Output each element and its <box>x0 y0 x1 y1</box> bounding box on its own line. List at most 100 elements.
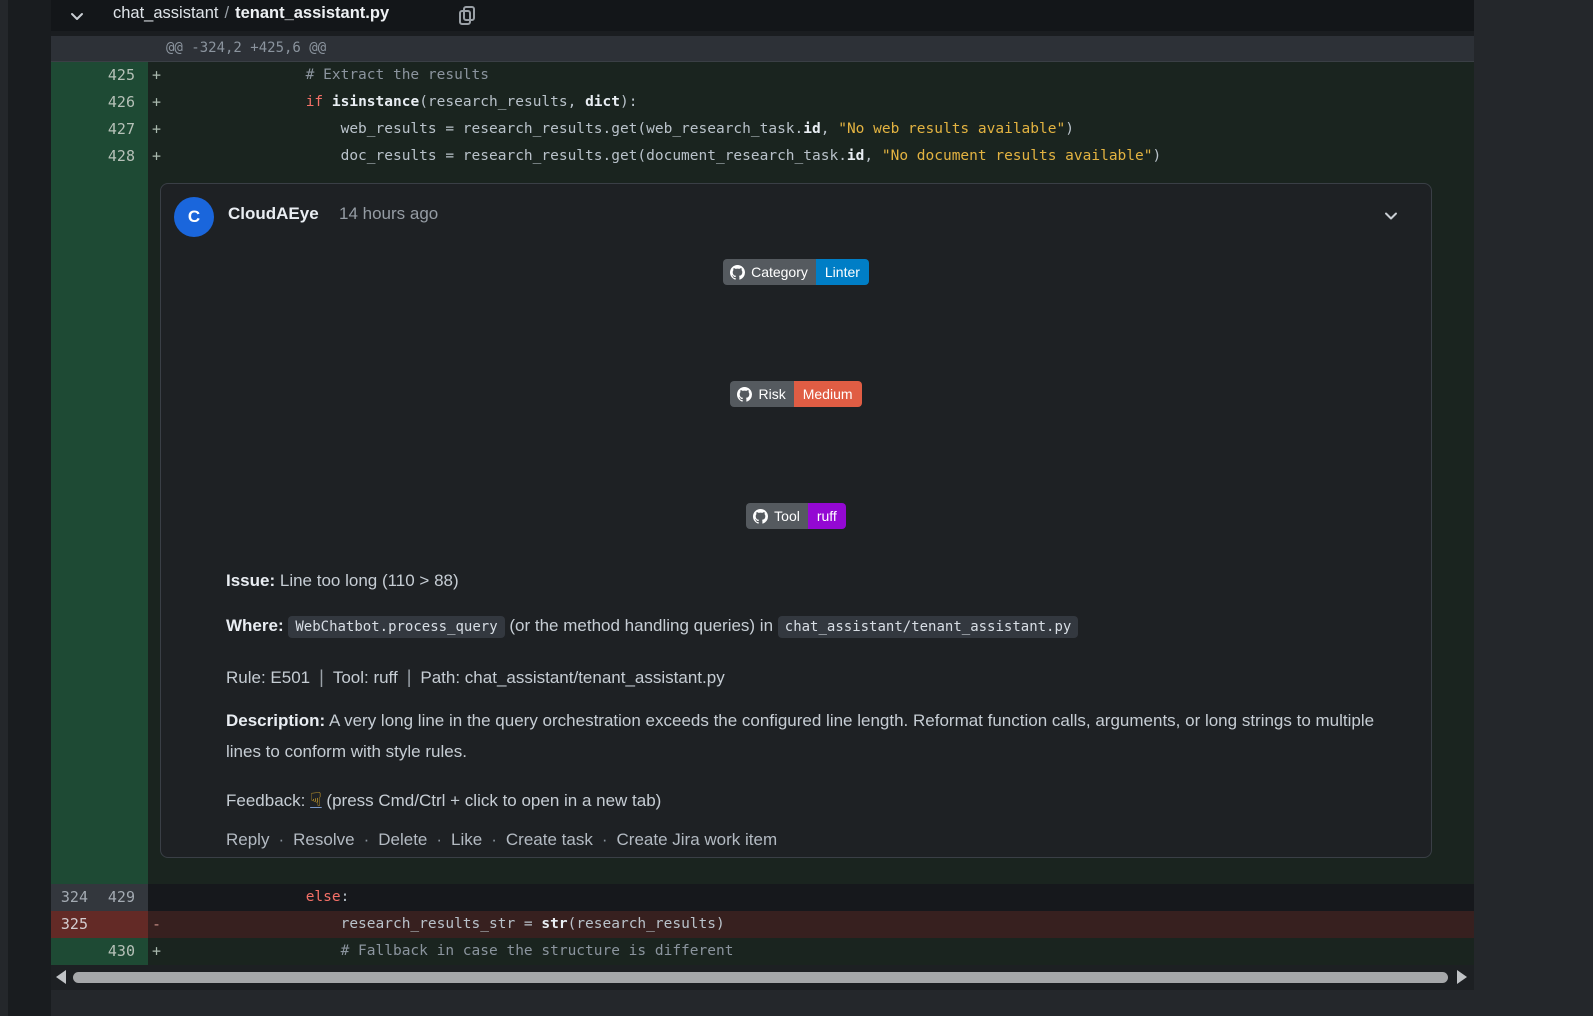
tool-text: Tool: ruff <box>332 668 398 687</box>
line-number-gutter[interactable]: 426 <box>51 89 148 116</box>
new-line-number[interactable]: 425 <box>98 62 135 89</box>
comment-author[interactable]: CloudAEye <box>228 204 319 224</box>
code-line: # Extract the results <box>166 67 490 83</box>
reply-action[interactable]: Reply <box>226 830 269 849</box>
create-task-action[interactable]: Create task <box>506 830 593 849</box>
diff-row: 426 + if isinstance(research_results, dic… <box>51 89 1474 116</box>
action-separator: · <box>601 830 608 849</box>
scroll-right-arrow[interactable] <box>1457 970 1467 984</box>
diff-rows-top: 425 + # Extract the results 426 + if isinst… <box>51 62 1474 170</box>
code-line: else: <box>305 889 350 905</box>
category-badge-row: Category Linter <box>161 259 1431 285</box>
github-icon <box>753 508 769 524</box>
copy-path-icon[interactable] <box>455 4 479 28</box>
badge-value: Medium <box>793 381 862 407</box>
new-line-number[interactable]: 427 <box>98 116 135 143</box>
comment-timestamp: 14 hours ago <box>339 204 439 223</box>
category-badge[interactable]: Category Linter <box>723 259 869 285</box>
code-line: # Fallback in case the structure is diff… <box>166 943 734 959</box>
code-line: doc_results = research_results.get(docum… <box>166 148 1162 164</box>
line-number-gutter[interactable]: 325 <box>51 911 148 938</box>
create-jira-work-item-action[interactable]: Create Jira work item <box>617 830 778 849</box>
breadcrumb-file: tenant_assistant.py <box>235 4 390 22</box>
diff-row: 324 429 else: <box>51 884 1474 911</box>
badge-label: Risk <box>758 386 786 402</box>
risk-badge[interactable]: Risk Medium <box>730 381 862 407</box>
collapse-file-chevron-icon[interactable] <box>68 7 86 25</box>
badge-label: Category <box>751 264 808 280</box>
breadcrumb-separator: / <box>224 4 230 22</box>
description-text: A very long line in the query orchestrat… <box>226 711 1375 761</box>
diff-row: 325- research_results_str = str(research… <box>51 911 1474 938</box>
where-mid-text: (or the method handling queries) in <box>504 616 778 635</box>
like-action[interactable]: Like <box>451 830 482 849</box>
risk-badge-row: Risk Medium <box>161 381 1431 407</box>
action-separator: · <box>491 830 497 849</box>
collapse-comment-chevron-icon[interactable] <box>1383 208 1399 224</box>
description-line: Description: A very long line in the que… <box>226 705 1401 767</box>
gutter-background <box>51 62 148 884</box>
badge-label: Tool <box>774 508 800 524</box>
where-code-path: chat_assistant/tenant_assistant.py <box>777 616 1079 638</box>
issue-line: Issue: Line too long (110 > 88) <box>226 565 1401 596</box>
issue-label: Issue: <box>226 571 276 590</box>
horizontal-scrollbar[interactable] <box>51 965 1474 990</box>
comment-actions: Reply · Resolve · Delete · Like · Create task · Cr… <box>226 824 1401 855</box>
new-line-number[interactable]: 428 <box>98 143 135 170</box>
path-text: Path: chat_assistant/tenant_assistant.py <box>420 668 725 687</box>
action-separator: · <box>278 830 285 849</box>
diff-row: 430 + # Fallback in case the structure is… <box>51 938 1474 965</box>
feedback-suffix: (press Cmd/Ctrl + click to open in a new… <box>321 791 662 810</box>
file-header: chat_assistant / tenant_assistant.py <box>51 0 1474 31</box>
left-margin-band <box>8 0 51 1016</box>
new-line-number[interactable]: 430 <box>98 938 135 965</box>
rule-separator: | <box>406 667 412 687</box>
old-line-number[interactable]: 325 <box>51 911 88 938</box>
breadcrumb: chat_assistant / tenant_assistant.py <box>113 4 389 23</box>
action-separator: · <box>363 830 370 849</box>
rule-line: Rule: E501 | Tool: ruff | Path: chat_assista… <box>226 662 1401 693</box>
line-number-gutter[interactable]: 324 429 <box>51 884 148 911</box>
where-code-method: WebChatbot.process_query <box>288 616 505 638</box>
line-number-gutter[interactable]: 425 <box>51 62 148 89</box>
breadcrumb-dir[interactable]: chat_assistant <box>113 4 218 22</box>
action-separator: · <box>436 830 443 849</box>
thumbs-down-feedback-link[interactable]: ☟ <box>310 790 322 811</box>
feedback-label: Feedback: <box>226 791 311 810</box>
review-comment-card: C CloudAEye 14 hours ago Category Linter … <box>160 183 1432 858</box>
tool-badge[interactable]: Tool ruff <box>746 503 846 529</box>
code-line: research_results_str = str(research_resu… <box>166 916 725 932</box>
new-line-number[interactable]: 429 <box>98 884 135 911</box>
github-icon <box>737 386 753 402</box>
hunk-header: @@ -324,2 +425,6 @@ <box>51 36 1474 62</box>
scrollbar-thumb[interactable] <box>73 972 1448 983</box>
rule-text: Rule: E501 <box>226 668 311 687</box>
old-line-number[interactable]: 324 <box>51 884 88 911</box>
new-line-number[interactable]: 426 <box>98 89 135 116</box>
line-number-gutter[interactable]: 427 <box>51 116 148 143</box>
delete-action[interactable]: Delete <box>378 830 427 849</box>
line-number-gutter[interactable]: 430 <box>51 938 148 965</box>
feedback-line: Feedback: ☟ (press Cmd/Ctrl + click to o… <box>226 785 1401 816</box>
where-label: Where: <box>226 616 284 635</box>
code-line: if isinstance(research_results, dict): <box>305 94 638 110</box>
scroll-left-arrow[interactable] <box>56 970 66 984</box>
description-label: Description: <box>226 711 326 730</box>
badge-value: Linter <box>815 259 869 285</box>
line-number-gutter[interactable]: 428 <box>51 143 148 170</box>
rule-separator: | <box>319 667 324 687</box>
hunk-range-label: @@ -324,2 +425,6 @@ <box>166 40 327 56</box>
code-review-screen: chat_assistant / tenant_assistant.py @@ -3… <box>0 0 1593 1016</box>
where-line: Where: WebChatbot.process_query (or the … <box>226 610 1401 643</box>
diff-row: 428 + doc_results = research_results.get(… <box>51 143 1474 170</box>
resolve-action[interactable]: Resolve <box>293 830 354 849</box>
diff-row: 425 + # Extract the results <box>51 62 1474 89</box>
issue-text: Line too long (110 > 88) <box>275 571 459 590</box>
github-icon <box>730 264 746 280</box>
diff-panel: chat_assistant / tenant_assistant.py @@ -3… <box>51 0 1474 990</box>
avatar[interactable]: C <box>174 197 214 237</box>
badge-value: ruff <box>807 503 846 529</box>
diff-row: 427 + web_results = research_results.get(… <box>51 116 1474 143</box>
tool-badge-row: Tool ruff <box>161 503 1431 529</box>
diff-rows-bottom: 324 429 else: 325- research_results_str = … <box>51 884 1474 965</box>
